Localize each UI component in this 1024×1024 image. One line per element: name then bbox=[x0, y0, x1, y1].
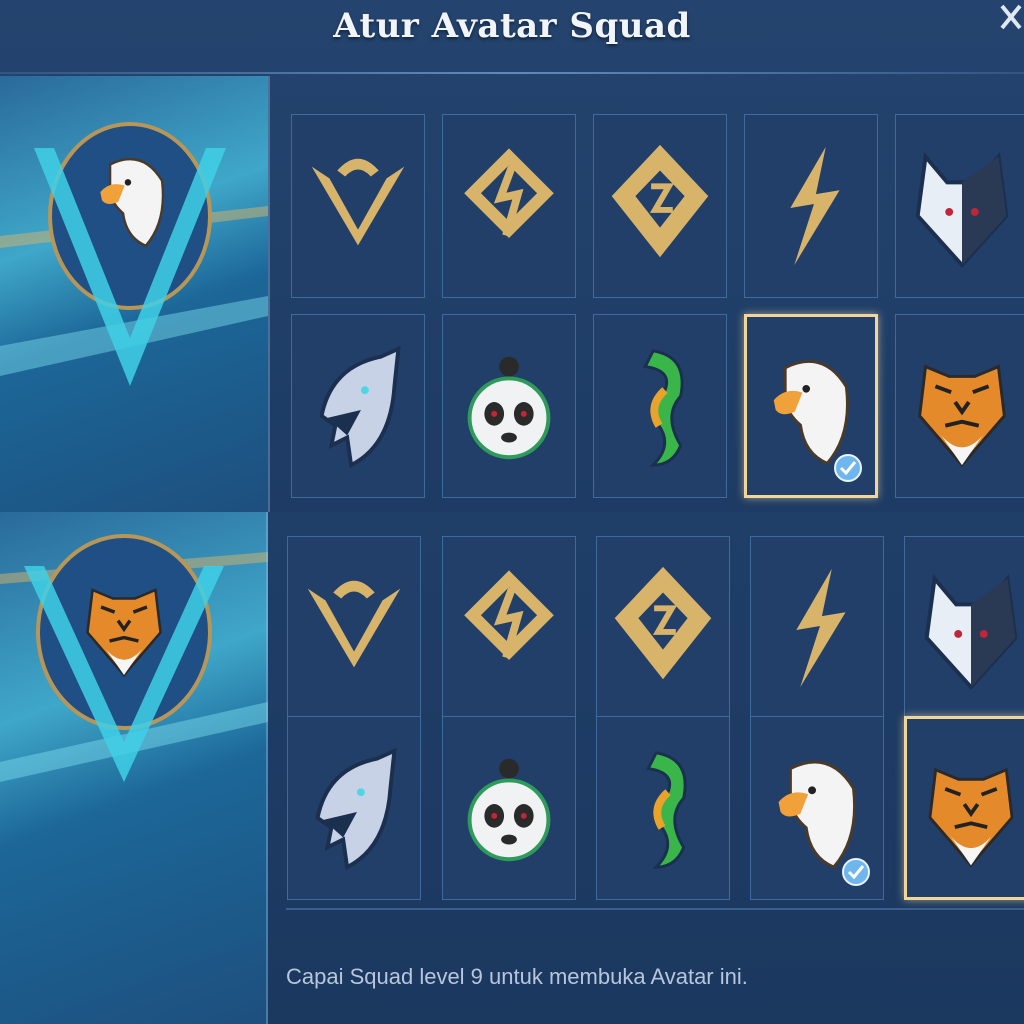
panda-icon bbox=[443, 717, 575, 899]
avatar-tile-swirl-emblem[interactable] bbox=[442, 114, 576, 298]
avatar-preview bbox=[0, 76, 268, 512]
checkmark-icon bbox=[833, 453, 863, 483]
avatar-tile-eagle[interactable] bbox=[744, 314, 878, 498]
diamond-emblem-icon bbox=[597, 537, 729, 719]
avatar-panel-top: Atur Avatar Squad bbox=[0, 0, 1024, 512]
v-emblem-icon bbox=[288, 537, 420, 719]
page-title: Atur Avatar Squad bbox=[333, 6, 691, 46]
swirl-emblem-icon bbox=[443, 115, 575, 297]
avatar-tile-swirl-emblem[interactable] bbox=[442, 536, 576, 720]
wolf-icon bbox=[905, 537, 1024, 719]
title-divider bbox=[0, 72, 1024, 74]
avatar-tile-panda[interactable] bbox=[442, 314, 576, 498]
avatar-tile-shark[interactable] bbox=[291, 314, 425, 498]
avatar-preview bbox=[0, 512, 268, 1024]
hint-divider bbox=[286, 908, 1024, 910]
avatar-tile-v-emblem[interactable] bbox=[287, 536, 421, 720]
avatar-tile-panda[interactable] bbox=[442, 716, 576, 900]
checkmark-icon bbox=[841, 857, 871, 887]
lightning-emblem-icon bbox=[745, 115, 877, 297]
dragon-icon bbox=[597, 717, 729, 899]
avatar-tile-tiger[interactable] bbox=[904, 716, 1024, 900]
avatar-tile-diamond-emblem[interactable] bbox=[596, 536, 730, 720]
avatar-tile-lightning-emblem[interactable] bbox=[744, 114, 878, 298]
unlock-hint: Capai Squad level 9 untuk membuka Avatar… bbox=[286, 964, 748, 989]
avatar-tile-dragon[interactable] bbox=[596, 716, 730, 900]
tiger-icon bbox=[896, 315, 1024, 497]
avatar-tile-wolf[interactable] bbox=[895, 114, 1024, 298]
avatar-tile-dragon[interactable] bbox=[593, 314, 727, 498]
panda-icon bbox=[443, 315, 575, 497]
avatar-tile-v-emblem[interactable] bbox=[291, 114, 425, 298]
avatar-tile-shark[interactable] bbox=[287, 716, 421, 900]
avatar-tile-diamond-emblem[interactable] bbox=[593, 114, 727, 298]
preview-divider bbox=[268, 76, 270, 512]
avatar-tile-tiger[interactable] bbox=[895, 314, 1024, 498]
wolf-icon bbox=[896, 115, 1024, 297]
lightning-emblem-icon bbox=[751, 537, 883, 719]
preview-divider bbox=[266, 512, 268, 1024]
avatar-tile-wolf[interactable] bbox=[904, 536, 1024, 720]
dragon-icon bbox=[594, 315, 726, 497]
diamond-emblem-icon bbox=[594, 115, 726, 297]
shark-icon bbox=[292, 315, 424, 497]
avatar-tile-eagle[interactable] bbox=[750, 716, 884, 900]
preview-avatar bbox=[62, 556, 186, 692]
shark-icon bbox=[288, 717, 420, 899]
preview-avatar bbox=[72, 132, 192, 262]
tiger-icon bbox=[907, 719, 1024, 897]
avatar-panel-bottom: Capai Squad level 9 untuk membuka Avatar… bbox=[0, 512, 1024, 1024]
close-icon[interactable] bbox=[990, 0, 1024, 40]
v-emblem-icon bbox=[292, 115, 424, 297]
avatar-tile-lightning-emblem[interactable] bbox=[750, 536, 884, 720]
swirl-emblem-icon bbox=[443, 537, 575, 719]
